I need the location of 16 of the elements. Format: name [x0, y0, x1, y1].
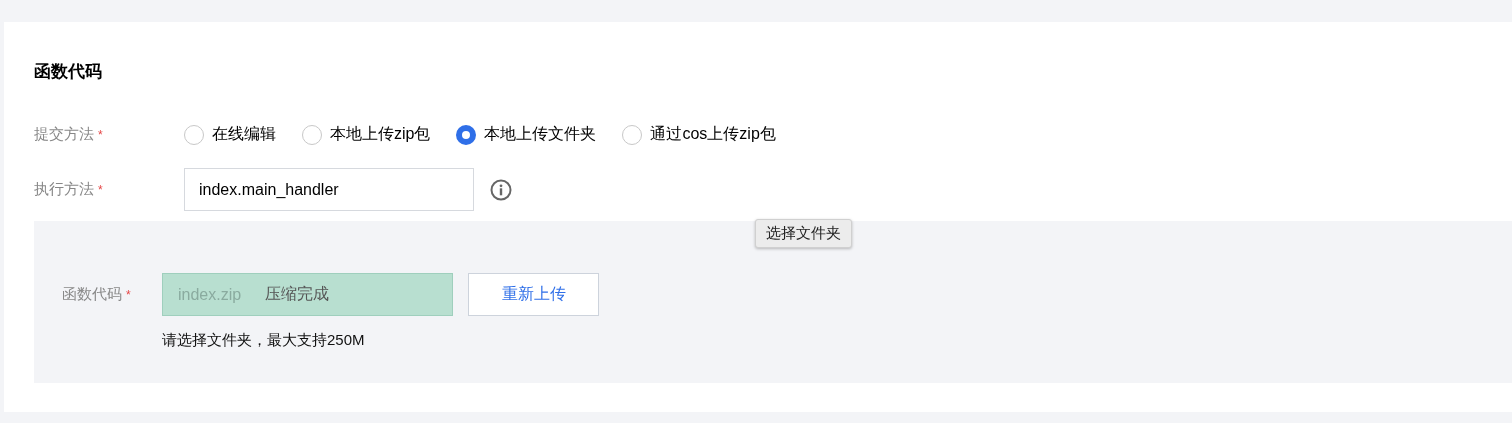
section-title: 函数代码	[34, 61, 102, 83]
tooltip: 选择文件夹	[755, 219, 852, 248]
required-mark: *	[98, 127, 103, 142]
field-label: 函数代码	[62, 285, 122, 304]
radio-option[interactable]: 在线编辑	[184, 124, 276, 145]
radio-option[interactable]: 本地上传文件夹	[456, 124, 597, 145]
reupload-button[interactable]: 重新上传	[468, 273, 599, 316]
required-mark: *	[126, 287, 131, 302]
field-label: 执行方法	[34, 180, 94, 199]
info-icon[interactable]	[490, 178, 512, 201]
required-mark: *	[98, 182, 103, 197]
handler-field[interactable]: index.main_handler	[184, 168, 474, 211]
hint-text: 请选择文件夹，最大支持250M	[162, 331, 365, 350]
radio-option[interactable]: 通过cos上传zip包	[622, 124, 776, 145]
radio-option[interactable]: 本地上传zip包	[302, 124, 431, 145]
field-label: 提交方法	[34, 125, 94, 144]
